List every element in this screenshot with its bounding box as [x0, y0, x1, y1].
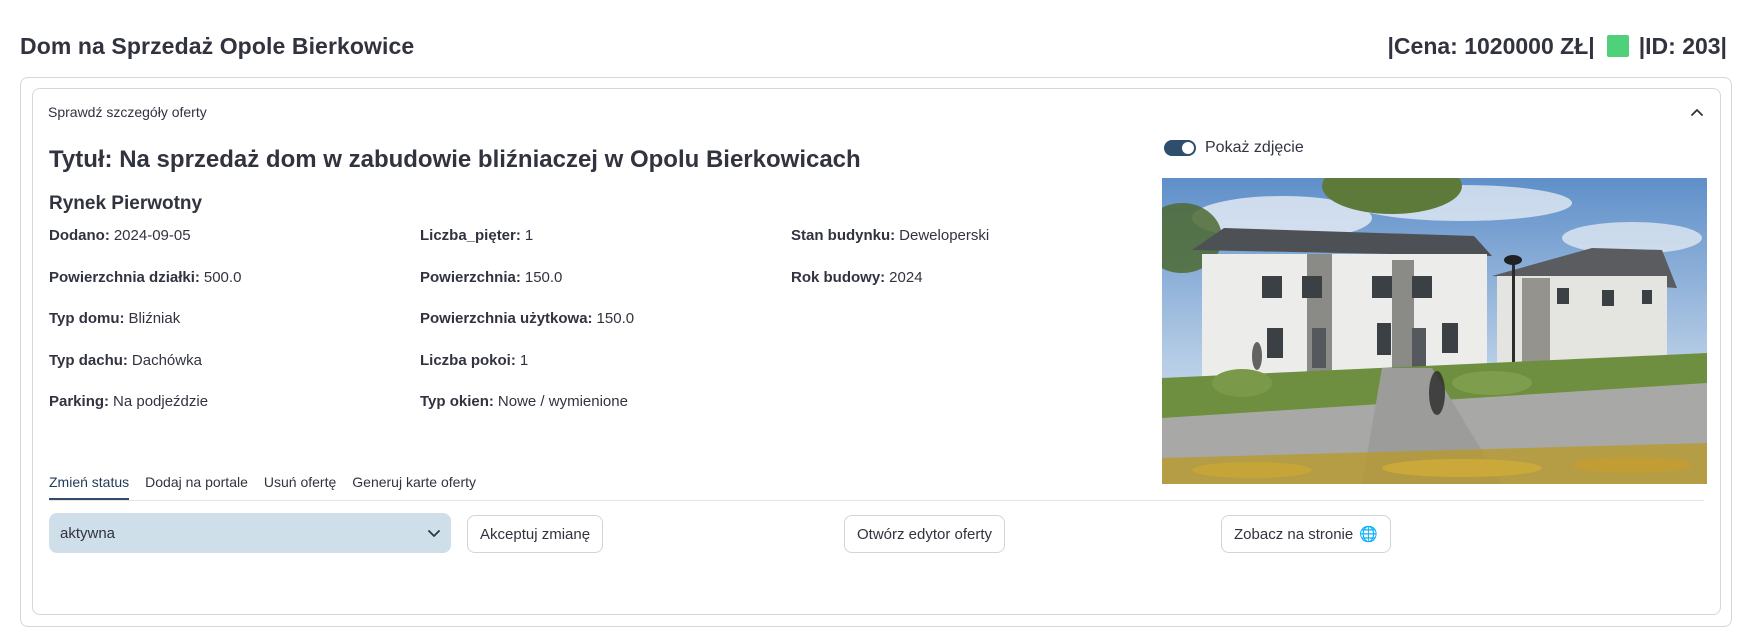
detail-label: Dodano: — [49, 227, 110, 245]
status-indicator — [1606, 35, 1629, 57]
offer-title: Tytuł: Na sprzedaż dom w zabudowie bliźn… — [49, 146, 861, 173]
detail-value: 2024-09-05 — [113, 227, 191, 245]
detail-value: 1 — [524, 227, 534, 245]
tab-zmień-status[interactable]: Zmień status — [49, 474, 130, 500]
offer-detail: Parking: Na podjeździe — [49, 381, 420, 423]
show-photo-toggle[interactable] — [1164, 140, 1196, 156]
globe-icon: 🌐 — [1359, 526, 1378, 543]
detail-value: Bliźniak — [128, 310, 181, 328]
show-photo-label: Pokaż zdjęcie — [1205, 139, 1304, 156]
offer-detail — [791, 298, 1149, 340]
chevron-down-icon — [428, 525, 440, 542]
status-controls: aktywna Akceptuj zmianę Otwórz edytor of… — [49, 513, 1709, 553]
action-tabs: Zmień status Dodaj na portale Usuń ofertę G… — [49, 466, 1704, 501]
offer-detail: Stan budynku: Deweloperski — [791, 215, 1149, 257]
detail-label: Parking: — [49, 393, 110, 411]
detail-label: Typ domu: — [49, 310, 125, 328]
expander-header[interactable]: Sprawdź szczegóły oferty — [48, 89, 1705, 135]
offer-details-grid: Dodano: 2024-09-05 Liczba_pięter: 1 Stan bud… — [49, 215, 1149, 423]
detail-label: Typ okien: — [420, 393, 494, 411]
offer-detail: Rok budowy: 2024 — [791, 257, 1149, 299]
detail-value: Deweloperski — [899, 227, 990, 245]
offer-container: Sprawdź szczegóły oferty Tytuł: Na sprze… — [20, 77, 1732, 627]
view-on-site-button[interactable]: Zobacz na stronie 🌐 — [1221, 515, 1391, 553]
offer-detail: Liczba pokoi: 1 — [420, 340, 791, 382]
detail-value: Na podjeździe — [113, 393, 209, 411]
offer-detail: Liczba_pięter: 1 — [420, 215, 791, 257]
detail-label: Powierzchnia użytkowa: — [420, 310, 593, 328]
show-photo-toggle-row: Pokaż zdjęcie — [1164, 136, 1304, 160]
chevron-up-icon[interactable] — [1689, 104, 1705, 120]
detail-label: Liczba pokoi: — [420, 351, 516, 369]
offer-detail: Powierzchnia działki: 500.0 — [49, 257, 420, 299]
offer-detail: Typ domu: Bliźniak — [49, 298, 420, 340]
detail-value: 150.0 — [524, 268, 563, 286]
price-info: |Cena: 1020000 ZŁ| |ID: 203| — [1388, 33, 1728, 60]
detail-value: Dachówka — [131, 351, 202, 369]
offer-detail — [791, 340, 1149, 382]
detail-value: 500.0 — [203, 268, 242, 286]
toggle-knob — [1182, 142, 1194, 154]
expander-label: Sprawdź szczegóły oferty — [48, 104, 207, 120]
property-photo — [1162, 178, 1707, 484]
detail-label: Typ dachu: — [49, 351, 128, 369]
market-type: Rynek Pierwotny — [49, 193, 203, 214]
tab-usuń-ofertę[interactable]: Usuń ofertę — [264, 474, 336, 500]
offer-detail: Dodano: 2024-09-05 — [49, 215, 420, 257]
tab-dodaj-na-portale[interactable]: Dodaj na portale — [145, 474, 248, 500]
accept-change-button[interactable]: Akceptuj zmianę — [467, 515, 604, 553]
page-title: Dom na Sprzedaż Opole Bierkowice — [20, 32, 415, 59]
offer-detail: Powierzchnia użytkowa: 150.0 — [420, 298, 791, 340]
detail-value: 1 — [519, 351, 529, 369]
detail-label: Stan budynku: — [791, 227, 896, 245]
page-header: Dom na Sprzedaż Opole Bierkowice |Cena: … — [20, 26, 1727, 66]
status-select-value: aktywna — [60, 524, 116, 542]
offer-details-expander: Sprawdź szczegóły oferty Tytuł: Na sprze… — [32, 88, 1721, 615]
status-select[interactable]: aktywna — [49, 513, 451, 553]
price-text: |Cena: 1020000 ZŁ| — [1387, 32, 1595, 59]
offer-detail: Typ okien: Nowe / wymienione — [420, 381, 791, 423]
detail-label: Liczba_pięter: — [420, 227, 521, 245]
offer-detail — [791, 381, 1149, 423]
detail-value: 2024 — [889, 268, 923, 286]
tab-generuj-karte-oferty[interactable]: Generuj karte oferty — [352, 474, 476, 500]
detail-value: 150.0 — [596, 310, 635, 328]
offer-detail: Typ dachu: Dachówka — [49, 340, 420, 382]
property-photo-illustration — [1162, 178, 1707, 484]
view-on-site-label: Zobacz na stronie — [1234, 525, 1354, 543]
detail-label: Powierzchnia: — [420, 268, 521, 286]
detail-label: Powierzchnia działki: — [49, 268, 200, 286]
detail-label: Rok budowy: — [791, 268, 886, 286]
detail-value: Nowe / wymienione — [497, 393, 628, 411]
offer-id-text: |ID: 203| — [1638, 32, 1727, 59]
open-editor-button[interactable]: Otwórz edytor oferty — [844, 515, 1006, 553]
offer-detail: Powierzchnia: 150.0 — [420, 257, 791, 299]
